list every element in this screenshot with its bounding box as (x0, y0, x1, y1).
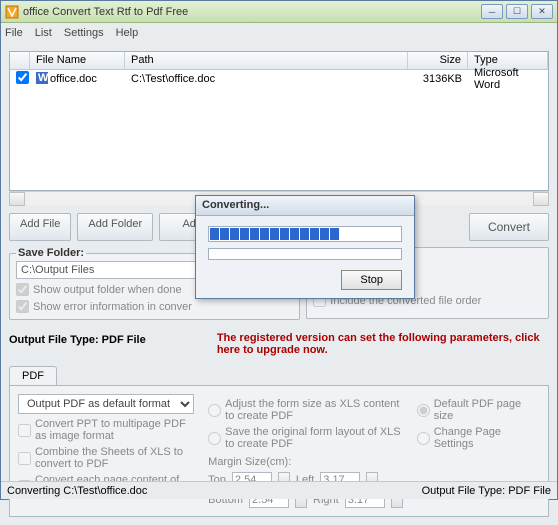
ppt-multipage-checkbox[interactable] (18, 424, 31, 437)
add-folder-button[interactable]: Add Folder (77, 213, 153, 241)
col-path[interactable]: Path (125, 52, 408, 69)
row-checkbox[interactable] (16, 71, 29, 84)
svg-text:W: W (38, 72, 48, 84)
show-error-checkbox[interactable] (16, 300, 29, 313)
menu-list[interactable]: List (35, 27, 52, 39)
maximize-button[interactable]: ☐ (506, 4, 528, 19)
tab-pdf[interactable]: PDF (9, 366, 57, 385)
output-filetype-label: Output File Type: PDF File (9, 334, 199, 346)
app-title: office Convert Text Rtf to Pdf Free (23, 6, 481, 18)
menu-bar: File List Settings Help (1, 23, 557, 43)
menu-help[interactable]: Help (116, 27, 139, 39)
word-icon: W (36, 72, 48, 87)
row-name: office.doc (50, 73, 97, 85)
row-path: C:\Test\office.doc (125, 71, 408, 87)
status-left: Converting C:\Test\office.doc (7, 485, 422, 497)
app-icon (5, 5, 19, 19)
row-type: Microsoft Word (468, 65, 548, 93)
upgrade-warning[interactable]: The registered version can set the follo… (209, 332, 549, 356)
save-folder-legend: Save Folder: (16, 247, 86, 259)
dialog-title: Converting... (196, 196, 414, 216)
status-bar: Converting C:\Test\office.doc Output Fil… (1, 481, 557, 499)
change-settings-radio[interactable] (417, 432, 430, 445)
convert-button[interactable]: Convert (469, 213, 549, 241)
col-size[interactable]: Size (408, 52, 468, 69)
close-button[interactable]: ✕ (531, 4, 553, 19)
default-size-radio[interactable] (417, 404, 430, 417)
converting-dialog: Converting... Stop (195, 195, 415, 299)
table-row[interactable]: W office.doc C:\Test\office.doc 3136KB M… (10, 70, 548, 88)
progress-bar-1 (208, 226, 402, 242)
adjust-form-radio[interactable] (208, 404, 221, 417)
menu-settings[interactable]: Settings (64, 27, 104, 39)
title-bar: office Convert Text Rtf to Pdf Free ─ ☐ … (1, 1, 557, 23)
add-file-button[interactable]: Add File (9, 213, 71, 241)
show-output-checkbox[interactable] (16, 283, 29, 296)
combine-xls-checkbox[interactable] (18, 452, 31, 465)
margin-label: Margin Size(cm): (208, 456, 403, 468)
save-layout-radio[interactable] (208, 432, 221, 445)
status-right: Output File Type: PDF File (422, 485, 551, 497)
stop-button[interactable]: Stop (341, 270, 402, 290)
file-list[interactable]: File Name Path Size Type W office.doc C:… (9, 51, 549, 191)
col-filename[interactable]: File Name (30, 52, 125, 69)
pdf-format-select[interactable]: Output PDF as default format (18, 394, 194, 414)
progress-bar-2 (208, 248, 402, 260)
menu-file[interactable]: File (5, 27, 23, 39)
row-size: 3136KB (408, 71, 468, 87)
minimize-button[interactable]: ─ (481, 4, 503, 19)
